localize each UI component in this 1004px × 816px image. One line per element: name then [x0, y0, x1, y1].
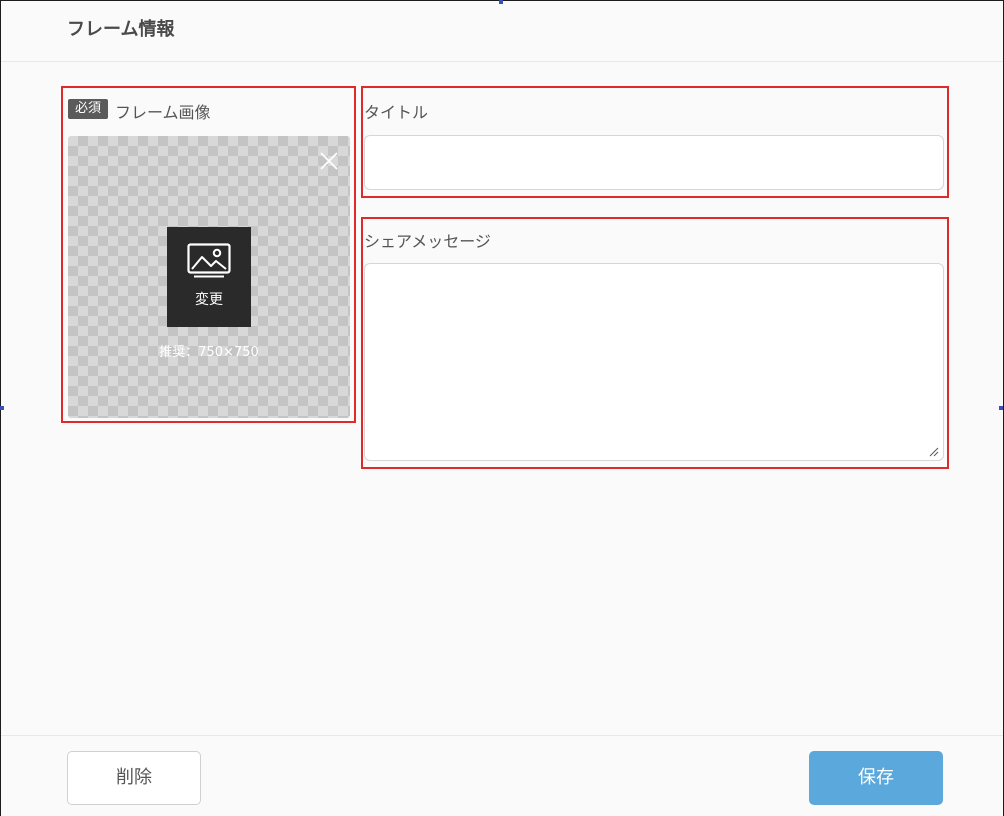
share-message-label: シェアメッセージ — [364, 232, 491, 251]
recommended-size-text: 推奨：750×750 — [159, 345, 259, 360]
left-resize-handle[interactable] — [0, 406, 4, 410]
frame-image-dropzone[interactable]: 変更 推奨：750×750 — [68, 136, 350, 418]
required-badge: 必須 — [68, 99, 108, 119]
change-image-button[interactable]: 変更 — [167, 227, 251, 327]
page-title: フレーム情報 — [67, 19, 175, 40]
title-label: タイトル — [364, 103, 429, 122]
dialog-header: フレーム情報 — [1, 1, 1003, 62]
title-input[interactable] — [364, 135, 944, 190]
image-icon — [187, 243, 231, 278]
frame-info-dialog: フレーム情報 必須 フレーム画像 変更 推奨：750×750 タイトル シェアメ… — [0, 0, 1004, 816]
save-button[interactable]: 保存 — [809, 751, 943, 805]
delete-button[interactable]: 削除 — [67, 751, 201, 805]
dialog-footer: 削除 保存 — [1, 735, 1003, 816]
close-icon[interactable] — [318, 150, 340, 172]
change-label: 変更 — [195, 292, 223, 308]
top-resize-handle[interactable] — [499, 0, 503, 4]
right-resize-handle[interactable] — [999, 406, 1003, 410]
share-message-textarea[interactable] — [364, 263, 944, 461]
frame-image-label: フレーム画像 — [115, 103, 211, 122]
textarea-resize-grip[interactable] — [929, 447, 939, 457]
